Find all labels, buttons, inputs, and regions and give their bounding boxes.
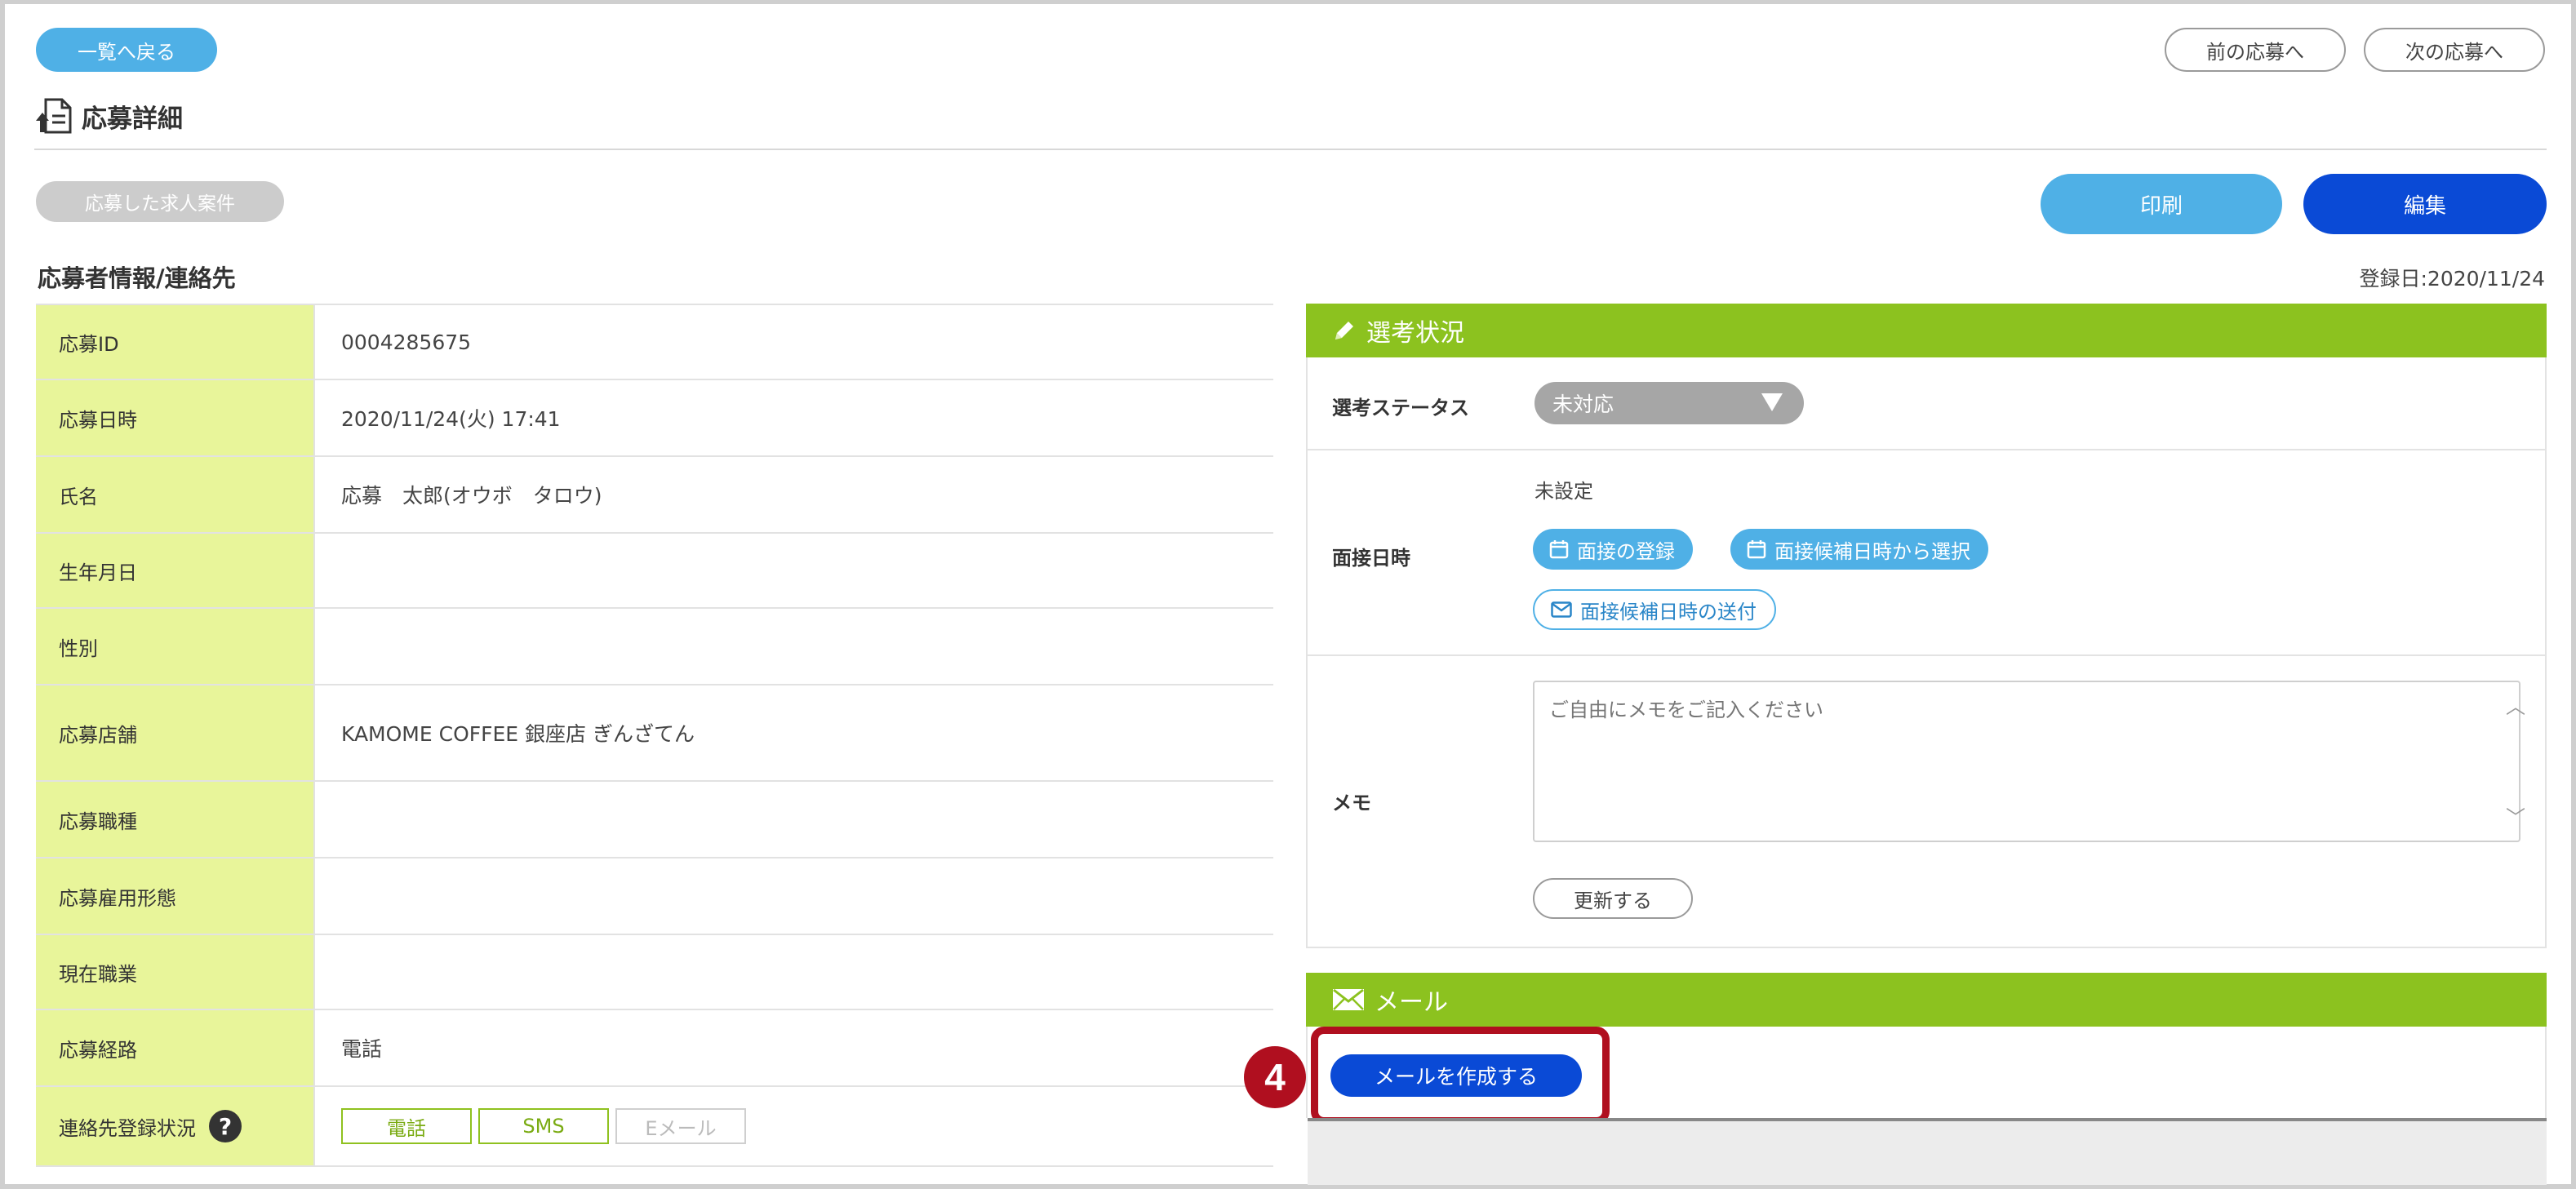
row-label: 現在職業 bbox=[36, 935, 313, 1009]
status-select[interactable]: 未対応 bbox=[1534, 382, 1804, 424]
mail-icon bbox=[1333, 988, 1364, 1010]
selection-panel-body: 選考ステータス 未対応 面接日時 未設定 面接の登録 面接候補日時から選択 面接… bbox=[1306, 357, 2547, 948]
table-row: 現在職業 bbox=[36, 935, 1273, 1010]
table-row: 応募店舗 KAMOME COFFEE 銀座店 ぎんざてん bbox=[36, 685, 1273, 782]
table-row: 応募経路 電話 bbox=[36, 1010, 1273, 1087]
update-memo-button[interactable]: 更新する bbox=[1533, 878, 1693, 919]
back-to-list-button[interactable]: 一覧へ戻る bbox=[36, 28, 217, 72]
page-title-text: 応募詳細 bbox=[82, 104, 183, 134]
table-row: 応募雇用形態 bbox=[36, 858, 1273, 935]
table-row: 生年月日 bbox=[36, 534, 1273, 609]
page-title: 応募詳細 bbox=[34, 96, 183, 135]
table-row: 応募日時 2020/11/24(火) 17:41 bbox=[36, 380, 1273, 457]
document-upload-icon bbox=[36, 98, 72, 134]
register-interview-label: 面接の登録 bbox=[1577, 539, 1675, 563]
applicant-section-title: 応募者情報/連絡先 bbox=[38, 264, 236, 292]
row-value: KAMOME COFFEE 銀座店 ぎんざてん bbox=[313, 685, 1273, 780]
contact-status-value: 電話 SMS Eメール bbox=[313, 1087, 1273, 1165]
memo-textarea[interactable] bbox=[1533, 681, 2520, 842]
row-label: 性別 bbox=[36, 609, 313, 684]
row-label: 応募経路 bbox=[36, 1010, 313, 1085]
interview-value: 未設定 bbox=[1534, 480, 1593, 503]
next-application-button[interactable]: 次の応募へ bbox=[2364, 28, 2545, 72]
row-label: 応募日時 bbox=[36, 380, 313, 455]
table-row: 応募職種 bbox=[36, 782, 1273, 858]
row-value: 2020/11/24(火) 17:41 bbox=[313, 380, 1273, 455]
applied-job-button[interactable]: 応募した求人案件 bbox=[36, 181, 284, 222]
table-row: 応募ID 0004285675 bbox=[36, 305, 1273, 380]
table-row: 性別 bbox=[36, 609, 1273, 685]
print-button[interactable]: 印刷 bbox=[2041, 174, 2282, 234]
row-value bbox=[313, 534, 1273, 607]
row-value: 0004285675 bbox=[313, 305, 1273, 379]
row-label: 氏名 bbox=[36, 457, 313, 532]
content-placeholder bbox=[1308, 1121, 2547, 1185]
help-icon[interactable]: ? bbox=[209, 1110, 242, 1142]
register-interview-button[interactable]: 面接の登録 bbox=[1533, 529, 1693, 570]
edit-button[interactable]: 編集 bbox=[2303, 174, 2547, 234]
calendar-icon bbox=[1747, 540, 1766, 559]
table-row: 連絡先登録状況 ? 電話 SMS Eメール bbox=[36, 1087, 1273, 1167]
status-row: 選考ステータス 未対応 bbox=[1308, 357, 2545, 450]
row-value bbox=[313, 782, 1273, 857]
calendar-icon bbox=[1549, 540, 1569, 559]
caret-down-icon bbox=[1761, 393, 1783, 411]
row-value: 電話 bbox=[313, 1010, 1273, 1085]
row-label: 生年月日 bbox=[36, 534, 313, 607]
select-candidate-button[interactable]: 面接候補日時から選択 bbox=[1730, 529, 1988, 570]
memo-label: メモ bbox=[1332, 792, 1371, 814]
envelope-icon bbox=[1551, 601, 1572, 618]
selection-panel-title: 選考状況 bbox=[1366, 319, 1464, 348]
contact-status-label: 連絡先登録状況 ? bbox=[36, 1087, 313, 1165]
selection-panel-header: 選考状況 bbox=[1306, 304, 2547, 357]
status-label: 選考ステータス bbox=[1332, 397, 1469, 419]
row-label: 応募店舗 bbox=[36, 685, 313, 780]
row-label: 応募職種 bbox=[36, 782, 313, 857]
highlight-frame bbox=[1311, 1027, 1610, 1125]
row-value bbox=[313, 858, 1273, 934]
mail-panel-header: メール bbox=[1306, 973, 2547, 1027]
row-label: 応募雇用形態 bbox=[36, 858, 313, 934]
send-candidate-button[interactable]: 面接候補日時の送付 bbox=[1533, 589, 1776, 630]
pencil-icon bbox=[1335, 322, 1353, 339]
prev-application-button[interactable]: 前の応募へ bbox=[2165, 28, 2346, 72]
mail-panel-title: メール bbox=[1375, 988, 1448, 1017]
select-candidate-label: 面接候補日時から選択 bbox=[1774, 539, 1970, 563]
row-value bbox=[313, 609, 1273, 684]
contact-sms-badge: SMS bbox=[478, 1108, 609, 1144]
interview-row: 面接日時 未設定 面接の登録 面接候補日時から選択 面接候補日時の送付 bbox=[1308, 450, 2545, 656]
divider bbox=[34, 149, 2547, 150]
registration-date: 登録日:2020/11/24 bbox=[2359, 267, 2545, 291]
contact-phone-badge: 電話 bbox=[341, 1108, 472, 1144]
status-select-value: 未対応 bbox=[1552, 393, 1614, 416]
step-badge: 4 bbox=[1244, 1046, 1306, 1108]
contact-status-text: 連絡先登録状況 bbox=[59, 1116, 196, 1140]
row-label: 応募ID bbox=[36, 305, 313, 379]
applicant-info-table: 応募ID 0004285675 応募日時 2020/11/24(火) 17:41… bbox=[36, 304, 1273, 1167]
row-value bbox=[313, 935, 1273, 1009]
interview-label: 面接日時 bbox=[1332, 547, 1410, 570]
scroll-up-icon[interactable]: ︿ bbox=[2506, 690, 2525, 719]
memo-row: メモ ︿ ﹀ 更新する bbox=[1308, 656, 2545, 948]
row-value: 応募 太郎(オウボ タロウ) bbox=[313, 457, 1273, 532]
table-row: 氏名 応募 太郎(オウボ タロウ) bbox=[36, 457, 1273, 534]
scroll-down-icon[interactable]: ﹀ bbox=[2506, 801, 2525, 830]
contact-email-badge: Eメール bbox=[615, 1108, 746, 1144]
send-candidate-label: 面接候補日時の送付 bbox=[1580, 600, 1757, 623]
